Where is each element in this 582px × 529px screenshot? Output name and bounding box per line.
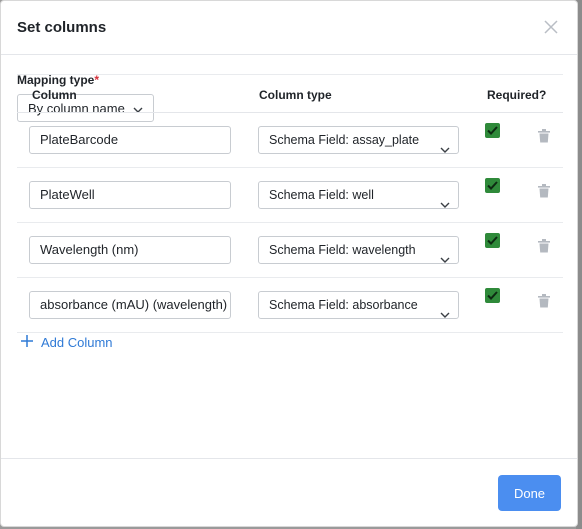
check-icon	[487, 126, 498, 135]
plus-icon	[21, 335, 33, 350]
required-checkbox[interactable]	[485, 288, 500, 303]
required-checkbox[interactable]	[485, 178, 500, 193]
column-name-input[interactable]: PlateBarcode	[29, 126, 231, 154]
set-columns-dialog: Set columns Mapping type* By column name…	[0, 0, 578, 527]
dialog-title: Set columns	[17, 19, 107, 36]
dialog-header: Set columns	[1, 1, 577, 55]
columns-table: Column Column type Required? PlateBarcod…	[17, 74, 563, 333]
trash-icon[interactable]	[538, 129, 550, 143]
table-header: Column Column type Required?	[17, 74, 563, 113]
done-button[interactable]: Done	[498, 475, 561, 511]
column-name-input[interactable]: absorbance (mAU) (wavelength)	[29, 291, 231, 319]
chevron-down-icon	[440, 301, 450, 318]
table-row: absorbance (mAU) (wavelength) Schema Fie…	[17, 278, 563, 333]
header-required: Required?	[487, 88, 547, 102]
header-column: Column	[32, 88, 77, 102]
chevron-down-icon	[440, 191, 450, 208]
column-type-value: Schema Field: wavelength	[269, 243, 416, 257]
close-icon[interactable]	[543, 19, 559, 35]
required-checkbox[interactable]	[485, 233, 500, 248]
check-icon	[487, 236, 498, 245]
column-type-value: Schema Field: assay_plate	[269, 133, 420, 147]
dialog-footer: Done	[1, 458, 577, 528]
header-column-type: Column type	[259, 88, 332, 102]
table-row: Wavelength (nm) Schema Field: wavelength	[17, 223, 563, 278]
column-name-input[interactable]: Wavelength (nm)	[29, 236, 231, 264]
chevron-down-icon	[440, 136, 450, 153]
add-column-button[interactable]: Add Column	[21, 335, 113, 350]
column-type-select[interactable]: Schema Field: well	[258, 181, 459, 209]
check-icon	[487, 291, 498, 300]
check-icon	[487, 181, 498, 190]
column-type-value: Schema Field: well	[269, 188, 374, 202]
trash-icon[interactable]	[538, 184, 550, 198]
table-row: PlateBarcode Schema Field: assay_plate	[17, 113, 563, 168]
column-type-select[interactable]: Schema Field: absorbance	[258, 291, 459, 319]
column-type-value: Schema Field: absorbance	[269, 298, 418, 312]
column-type-select[interactable]: Schema Field: assay_plate	[258, 126, 459, 154]
chevron-down-icon	[440, 246, 450, 263]
column-type-select[interactable]: Schema Field: wavelength	[258, 236, 459, 264]
column-name-input[interactable]: PlateWell	[29, 181, 231, 209]
required-checkbox[interactable]	[485, 123, 500, 138]
trash-icon[interactable]	[538, 239, 550, 253]
trash-icon[interactable]	[538, 294, 550, 308]
add-column-label: Add Column	[41, 335, 113, 350]
table-row: PlateWell Schema Field: well	[17, 168, 563, 223]
